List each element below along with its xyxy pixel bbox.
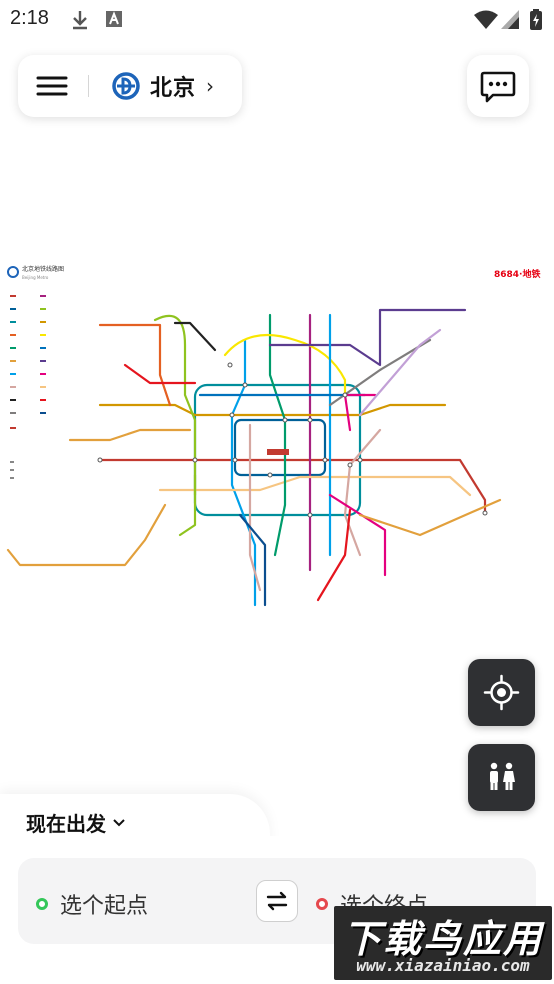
metro-line-west: [68, 428, 192, 442]
subway-map[interactable]: 北京地铁线路图 Beijing Metro 8684·地铁: [0, 255, 554, 615]
end-dot-icon: [316, 898, 328, 910]
start-point-field[interactable]: 选个起点: [36, 888, 148, 920]
metro-line-2: [233, 418, 327, 477]
map-brand: 8684·地铁: [494, 268, 540, 280]
metro-line-7: [158, 475, 472, 497]
metro-line-northeast: [358, 328, 442, 417]
message-button[interactable]: [467, 55, 529, 117]
watermark-title: 下载鸟应用: [342, 917, 543, 961]
status-time: 2:18: [10, 7, 49, 29]
depart-time-selector[interactable]: 现在出发: [26, 808, 126, 837]
swap-button[interactable]: [256, 880, 298, 922]
city-bar: 北京 ›: [18, 55, 242, 117]
chat-bubble-icon: [480, 71, 516, 103]
map-title: 北京地铁线路图: [22, 265, 64, 273]
download-icon: [73, 11, 87, 30]
signal-icon: [501, 10, 519, 29]
metro-line-east: [358, 498, 502, 537]
metro-line-yizhuang: [328, 493, 387, 577]
watermark-url: www.xiazainiao.com: [356, 956, 530, 975]
locate-button[interactable]: [468, 659, 535, 726]
chevron-right-icon: ›: [206, 74, 215, 98]
metro-line-fangshan: [6, 503, 167, 567]
divider: [88, 75, 89, 97]
metro-line-southeast: [316, 508, 352, 602]
map-legend: [10, 295, 46, 479]
city-name: 北京: [150, 76, 197, 101]
city-selector[interactable]: 北京 ›: [112, 69, 214, 103]
swap-arrows-icon: [266, 891, 288, 911]
metro-line-6: [98, 403, 447, 417]
status-bar: 2:18: [0, 0, 554, 40]
metro-line-9: [178, 473, 197, 537]
metro-line-8: [268, 313, 287, 557]
wifi-icon: [474, 10, 498, 29]
beijing-subway-logo: [112, 72, 140, 100]
map-subtitle: Beijing Metro: [22, 275, 49, 280]
hamburger-menu-icon: [36, 76, 68, 96]
start-dot-icon: [36, 898, 48, 910]
a11y-a-icon: [106, 11, 122, 27]
metro-line-14: [343, 428, 382, 557]
map-header: 北京地铁线路图 Beijing Metro 8684·地铁: [7, 265, 540, 280]
watermark: 下载鸟应用 www.xiazainiao.com: [334, 906, 552, 980]
metro-line-11: [173, 321, 217, 352]
chevron-down-icon: [113, 818, 125, 826]
menu-button[interactable]: [32, 71, 74, 101]
metro-line-1: [98, 458, 487, 515]
restroom-icon: [490, 762, 515, 790]
locate-crosshair-icon: [483, 674, 520, 711]
depart-label: 现在出发: [26, 812, 106, 836]
battery-charging-icon: [530, 9, 542, 30]
tiananmen-marker: [267, 449, 289, 455]
metro-line-changping: [98, 323, 172, 407]
metro-line-15: [268, 308, 467, 367]
restroom-button[interactable]: [468, 744, 535, 811]
start-label: 选个起点: [60, 894, 149, 919]
